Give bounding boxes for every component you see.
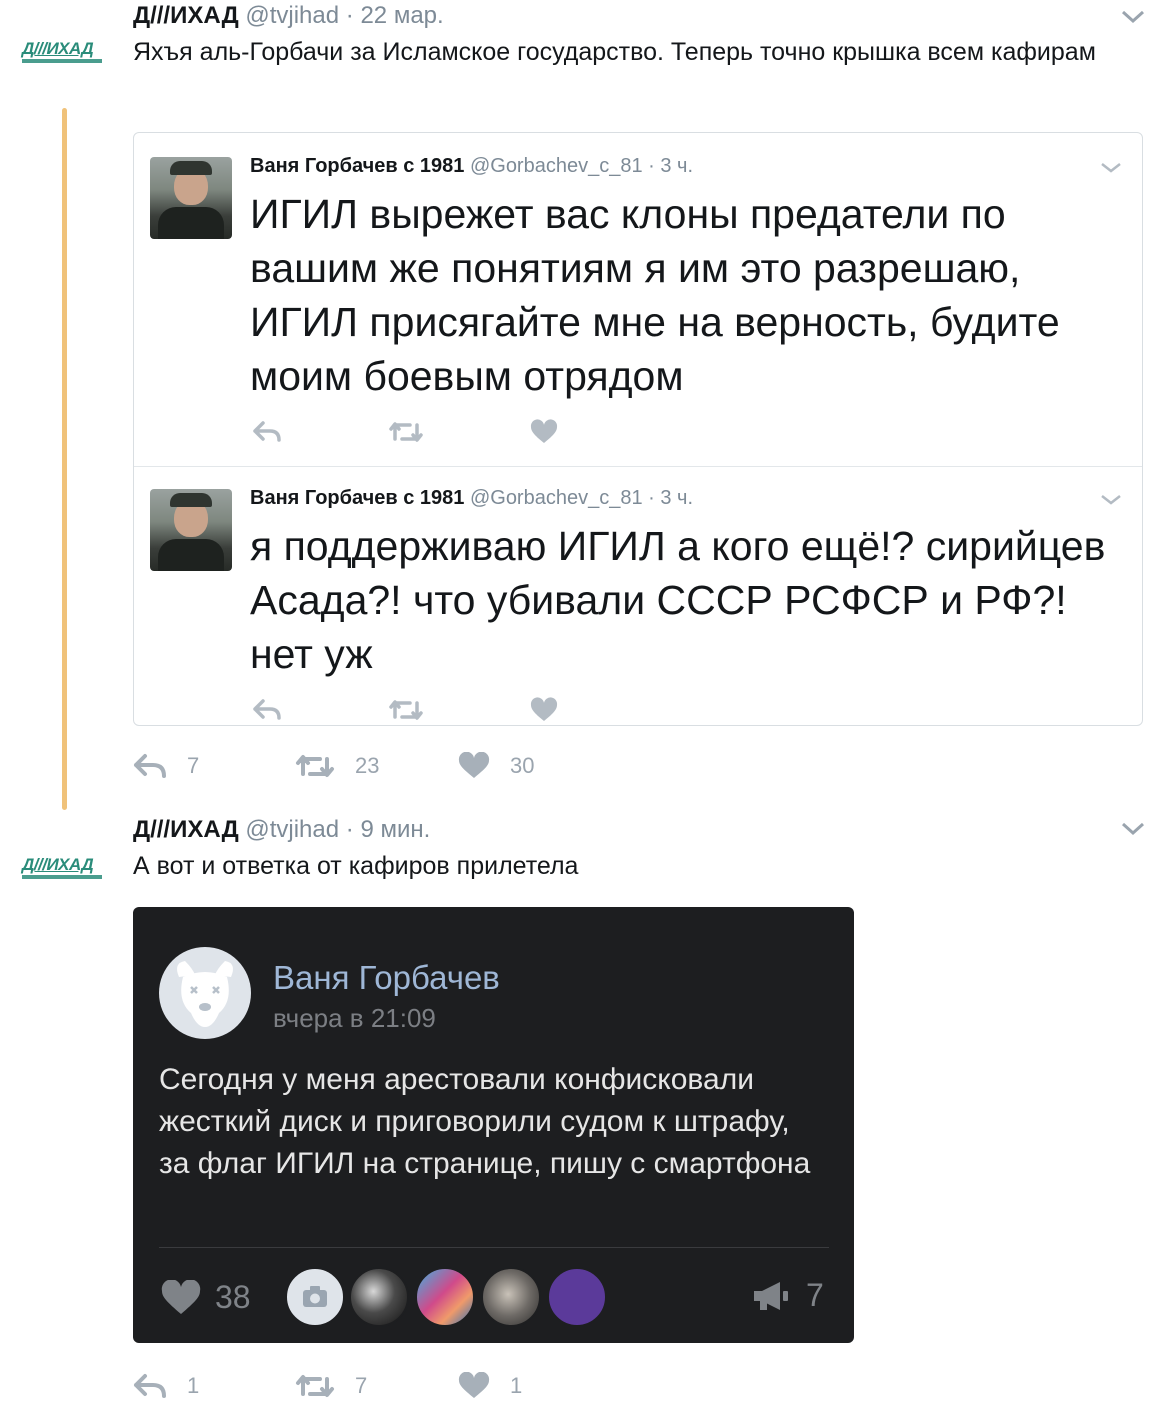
logo-text: Д///ИХАД xyxy=(22,855,94,874)
liker-avatar[interactable] xyxy=(481,1267,541,1327)
liker-avatar[interactable] xyxy=(415,1267,475,1327)
quote-text: ИГИЛ вырежет вас клоны предатели по ваши… xyxy=(250,191,1060,399)
vk-like-button[interactable]: 38 xyxy=(161,1279,251,1316)
retweet-action[interactable]: 23 xyxy=(295,752,379,780)
retweet-icon[interactable] xyxy=(388,697,424,728)
retweet-icon[interactable] xyxy=(295,752,335,780)
heart-icon[interactable] xyxy=(530,697,558,728)
quoted-tweets[interactable]: Ваня Горбачев с 1981 @Gorbachev_c_81 · 3… xyxy=(133,132,1143,726)
retweet-icon[interactable] xyxy=(295,1372,335,1400)
vk-post-date: вчера в 21:09 xyxy=(273,1003,436,1033)
retweet-action[interactable]: 7 xyxy=(295,1372,367,1400)
quote-timestamp[interactable]: 3 ч. xyxy=(660,155,693,177)
logo-underline xyxy=(22,59,102,63)
quote-header: Ваня Горбачев с 1981 @Gorbachev_c_81 · 3… xyxy=(250,155,693,178)
vk-share-button[interactable]: 7 xyxy=(750,1277,824,1314)
megaphone-icon xyxy=(754,1281,788,1310)
tweet-timestamp[interactable]: 9 мин. xyxy=(360,816,430,843)
reply-count: 1 xyxy=(187,1373,200,1398)
reply-count: 7 xyxy=(187,753,200,778)
reply-icon[interactable] xyxy=(252,419,282,450)
reply-icon[interactable] xyxy=(133,1372,167,1400)
chevron-down-icon[interactable] xyxy=(1098,159,1124,177)
logo-text: Д///ИХАД xyxy=(22,39,94,58)
like-action[interactable]: 1 xyxy=(458,1372,522,1400)
tweet-text: А вот и ответка от кафиров прилетела xyxy=(133,852,579,880)
separator-dot: · xyxy=(345,2,354,29)
liker-avatar[interactable] xyxy=(349,1267,409,1327)
quote-author-name[interactable]: Ваня Горбачев с 1981 xyxy=(250,155,464,177)
thread-connector xyxy=(62,108,67,810)
heart-icon[interactable] xyxy=(458,1372,490,1400)
tweet-header: Д///ИХАД @tvjihad · 9 мин. xyxy=(133,816,430,844)
camera-icon[interactable] xyxy=(285,1267,345,1327)
tvjihad-logo[interactable]: Д///ИХАД xyxy=(22,856,106,882)
like-count: 1 xyxy=(510,1373,523,1398)
tweet-text: Яхъя аль-Горбачи за Исламское государств… xyxy=(133,38,1096,66)
quote-timestamp[interactable]: 3 ч. xyxy=(660,487,693,509)
retweet-icon[interactable] xyxy=(388,419,424,450)
separator-dot: · xyxy=(345,816,354,843)
deactivated-dog-avatar-icon[interactable] xyxy=(159,947,251,1039)
reply-icon[interactable] xyxy=(133,752,167,780)
quote-divider xyxy=(134,466,1142,467)
heart-icon[interactable] xyxy=(458,752,490,780)
author-name[interactable]: Д///ИХАД xyxy=(133,816,239,843)
avatar[interactable] xyxy=(150,489,232,571)
liker-avatar[interactable] xyxy=(547,1267,607,1327)
retweet-count: 23 xyxy=(355,753,380,778)
like-action[interactable]: 30 xyxy=(458,752,534,780)
chevron-down-icon[interactable] xyxy=(1120,8,1146,26)
vk-divider xyxy=(159,1247,829,1248)
tweet-header: Д///ИХАД @tvjihad · 22 мар. xyxy=(133,2,444,30)
heart-icon xyxy=(161,1279,201,1314)
heart-icon[interactable] xyxy=(530,419,558,450)
logo-underline xyxy=(22,875,102,879)
quote-author-handle[interactable]: @Gorbachev_c_81 · xyxy=(470,487,655,509)
reply-icon[interactable] xyxy=(252,697,282,728)
reply-action[interactable]: 1 xyxy=(133,1372,199,1400)
quote-author-name[interactable]: Ваня Горбачев с 1981 xyxy=(250,487,464,509)
chevron-down-icon[interactable] xyxy=(1120,820,1146,838)
quote-author-handle[interactable]: @Gorbachev_c_81 · xyxy=(470,155,655,177)
author-handle[interactable]: @tvjihad xyxy=(245,816,339,843)
vk-share-count: 7 xyxy=(806,1277,824,1313)
avatar[interactable] xyxy=(150,157,232,239)
tweet-timestamp[interactable]: 22 мар. xyxy=(360,2,443,29)
vk-post-text: Сегодня у меня арестовали конфисковали ж… xyxy=(159,1063,811,1180)
chevron-down-icon[interactable] xyxy=(1098,491,1124,509)
vk-like-count: 38 xyxy=(215,1279,251,1315)
quote-text: я поддерживаю ИГИЛ а кого ещё!? сирийцев… xyxy=(250,523,1106,677)
retweet-count: 7 xyxy=(355,1373,368,1398)
vk-author-name[interactable]: Ваня Горбачев xyxy=(273,959,500,997)
quote-header: Ваня Горбачев с 1981 @Gorbachev_c_81 · 3… xyxy=(250,487,693,510)
tvjihad-logo[interactable]: Д///ИХАД xyxy=(22,40,106,66)
reply-action[interactable]: 7 xyxy=(133,752,199,780)
like-count: 30 xyxy=(510,753,535,778)
author-handle[interactable]: @tvjihad xyxy=(245,2,339,29)
embedded-image[interactable]: Ваня Горбачев вчера в 21:09 Сегодня у ме… xyxy=(133,907,854,1343)
author-name[interactable]: Д///ИХАД xyxy=(133,2,239,29)
